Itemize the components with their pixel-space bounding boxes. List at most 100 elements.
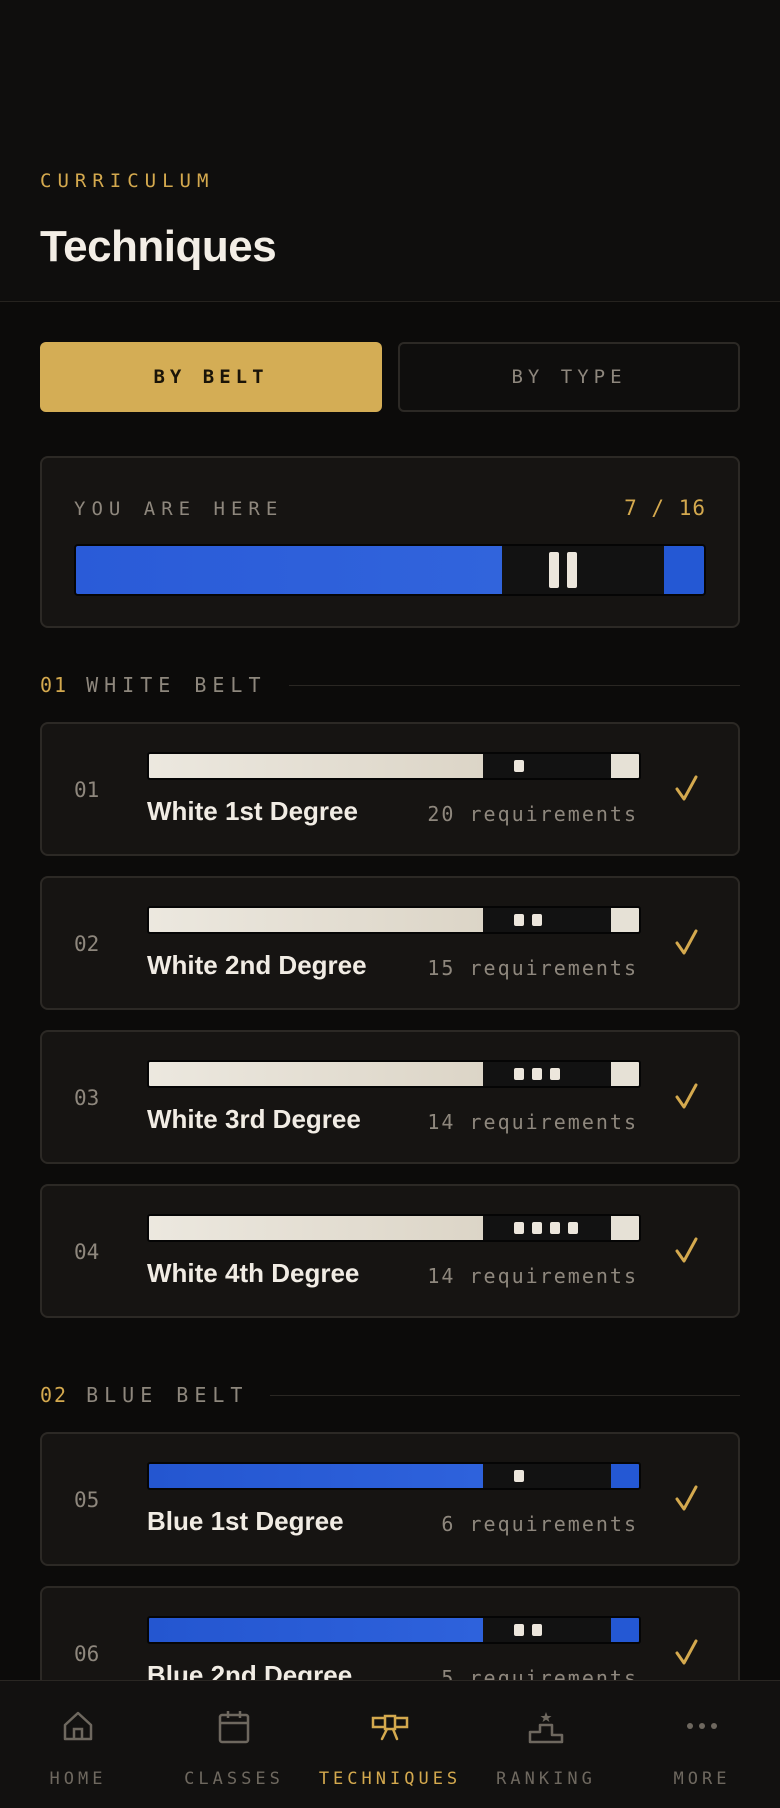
current-belt-tag bbox=[502, 546, 664, 594]
podium-icon bbox=[528, 1712, 564, 1744]
by-type-tab[interactable]: BY TYPE bbox=[398, 342, 740, 412]
nav-label: RANKING bbox=[496, 1769, 596, 1789]
rank-index: 06 bbox=[74, 1642, 100, 1666]
belt-end bbox=[611, 1216, 639, 1240]
section-header-white-belt: 01 WHITE BELT bbox=[40, 673, 740, 697]
nav-label: HOME bbox=[49, 1769, 107, 1789]
rank-index: 05 bbox=[74, 1488, 100, 1512]
belt-stripe bbox=[514, 760, 524, 772]
rank-index: 03 bbox=[74, 1086, 100, 1110]
bottom-nav: HOME CLASSES TECHNIQUES RANKING MORE bbox=[0, 1680, 780, 1808]
belt-stripe bbox=[514, 1068, 524, 1080]
current-belt-fill bbox=[76, 546, 502, 594]
belt-tag bbox=[483, 1216, 611, 1240]
section-divider bbox=[270, 1394, 740, 1396]
belt-bar bbox=[147, 906, 641, 934]
section-header-blue-belt: 02 BLUE BELT bbox=[40, 1383, 740, 1407]
current-belt-bar bbox=[74, 544, 706, 596]
rank-requirements: 14 requirements bbox=[427, 1110, 638, 1134]
rank-name: Blue 1st Degree bbox=[147, 1506, 344, 1536]
belt-bar bbox=[147, 1462, 641, 1490]
section-divider bbox=[288, 684, 740, 686]
belt-tag bbox=[483, 1618, 611, 1642]
belt-icon bbox=[371, 1714, 409, 1741]
belt-tag bbox=[483, 1062, 611, 1086]
rank-requirements: 20 requirements bbox=[427, 802, 638, 826]
nav-more[interactable]: MORE bbox=[624, 1681, 780, 1808]
belt-stripe bbox=[514, 1624, 524, 1636]
calendar-icon bbox=[218, 1711, 250, 1744]
belt-stripe bbox=[532, 1222, 542, 1234]
belt-tag bbox=[483, 754, 611, 778]
belt-stripe bbox=[550, 1222, 560, 1234]
check-icon bbox=[675, 775, 698, 801]
belt-end bbox=[611, 908, 639, 932]
belt-fill bbox=[149, 754, 483, 778]
rank-card-white-2[interactable]: 02 White 2nd Degree 15 requirements bbox=[40, 876, 740, 1010]
nav-home[interactable]: HOME bbox=[0, 1681, 156, 1808]
belt-stripe bbox=[550, 1068, 560, 1080]
section-number: 02 bbox=[40, 1383, 69, 1407]
progress-label: YOU ARE HERE bbox=[74, 498, 284, 520]
rank-card-blue-1[interactable]: 05 Blue 1st Degree 6 requirements bbox=[40, 1432, 740, 1566]
nav-classes[interactable]: CLASSES bbox=[156, 1681, 312, 1808]
nav-ranking[interactable]: RANKING bbox=[468, 1681, 624, 1808]
belt-stripe bbox=[532, 1068, 542, 1080]
belt-tag bbox=[483, 1464, 611, 1488]
nav-label: TECHNIQUES bbox=[318, 1769, 462, 1789]
check-icon bbox=[675, 1237, 698, 1263]
current-belt-end bbox=[664, 546, 704, 594]
check-icon bbox=[675, 1639, 698, 1665]
belt-fill bbox=[149, 908, 483, 932]
rank-index: 02 bbox=[74, 932, 100, 956]
page-header: CURRICULUM Techniques bbox=[0, 0, 780, 302]
section-number: 01 bbox=[40, 673, 69, 697]
rank-index: 01 bbox=[74, 778, 100, 802]
page-title: Techniques bbox=[40, 222, 277, 271]
belt-end bbox=[611, 1464, 639, 1488]
current-belt-stripe bbox=[567, 552, 577, 588]
belt-stripe bbox=[532, 914, 542, 926]
belt-stripe bbox=[514, 1470, 524, 1482]
belt-stripe bbox=[532, 1624, 542, 1636]
by-belt-tab[interactable]: BY BELT bbox=[40, 342, 382, 412]
rank-index: 04 bbox=[74, 1240, 100, 1264]
belt-end bbox=[611, 754, 639, 778]
belt-stripe bbox=[568, 1222, 578, 1234]
more-icon bbox=[687, 1723, 717, 1729]
nav-label: MORE bbox=[673, 1769, 731, 1789]
belt-end bbox=[611, 1618, 639, 1642]
belt-bar bbox=[147, 752, 641, 780]
progress-count: 7 / 16 bbox=[624, 496, 706, 520]
belt-fill bbox=[149, 1618, 483, 1642]
belt-fill bbox=[149, 1062, 483, 1086]
check-icon bbox=[675, 929, 698, 955]
belt-bar bbox=[147, 1616, 641, 1644]
belt-fill bbox=[149, 1216, 483, 1240]
page-eyebrow: CURRICULUM bbox=[40, 170, 215, 192]
section-name: BLUE BELT bbox=[86, 1383, 249, 1407]
section-name: WHITE BELT bbox=[86, 673, 267, 697]
belt-bar bbox=[147, 1214, 641, 1242]
rank-name: White 2nd Degree bbox=[147, 950, 367, 980]
rank-requirements: 14 requirements bbox=[427, 1264, 638, 1288]
rank-requirements: 6 requirements bbox=[441, 1512, 638, 1536]
belt-stripe bbox=[514, 914, 524, 926]
belt-end bbox=[611, 1062, 639, 1086]
nav-label: CLASSES bbox=[184, 1769, 284, 1789]
rank-requirements: 15 requirements bbox=[427, 956, 638, 980]
check-icon bbox=[675, 1083, 698, 1109]
rank-card-white-4[interactable]: 04 White 4th Degree 14 requirements bbox=[40, 1184, 740, 1318]
belt-stripe bbox=[514, 1222, 524, 1234]
check-icon bbox=[675, 1485, 698, 1511]
rank-card-white-1[interactable]: 01 White 1st Degree 20 requirements bbox=[40, 722, 740, 856]
belt-bar bbox=[147, 1060, 641, 1088]
home-icon bbox=[63, 1711, 93, 1741]
rank-card-white-3[interactable]: 03 White 3rd Degree 14 requirements bbox=[40, 1030, 740, 1164]
belt-tag bbox=[483, 908, 611, 932]
rank-name: White 4th Degree bbox=[147, 1258, 360, 1288]
current-belt-stripe bbox=[549, 552, 559, 588]
nav-techniques[interactable]: TECHNIQUES bbox=[312, 1681, 468, 1808]
rank-name: White 3rd Degree bbox=[147, 1104, 361, 1134]
rank-name: White 1st Degree bbox=[147, 796, 358, 826]
